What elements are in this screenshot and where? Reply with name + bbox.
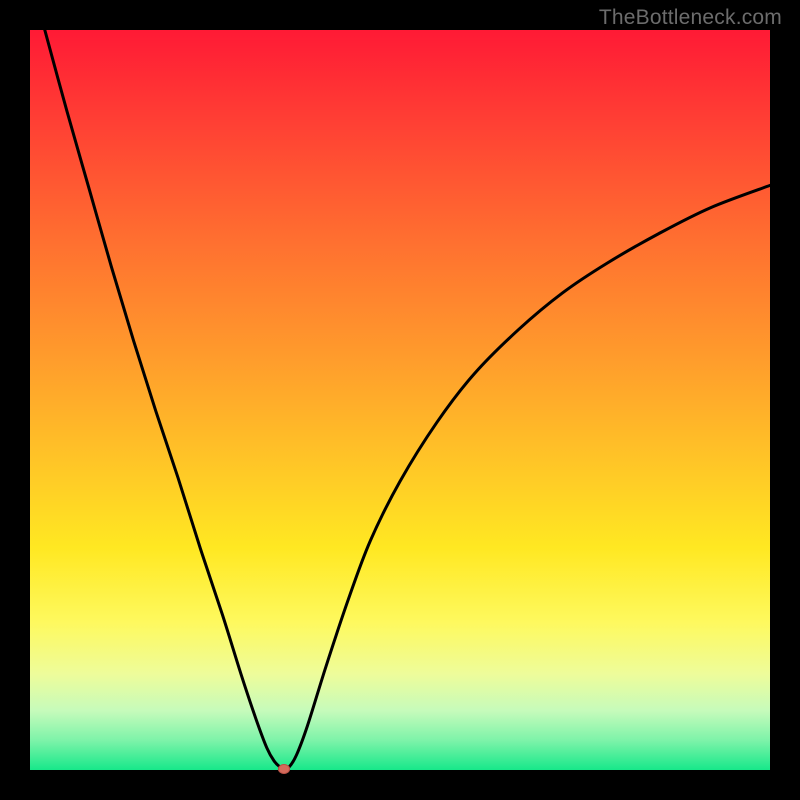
bottleneck-curve — [30, 30, 770, 770]
minimum-marker — [278, 764, 290, 774]
curve-line — [45, 30, 770, 769]
watermark-text: TheBottleneck.com — [599, 6, 782, 30]
plot-area — [30, 30, 770, 770]
chart-frame: TheBottleneck.com — [0, 0, 800, 800]
